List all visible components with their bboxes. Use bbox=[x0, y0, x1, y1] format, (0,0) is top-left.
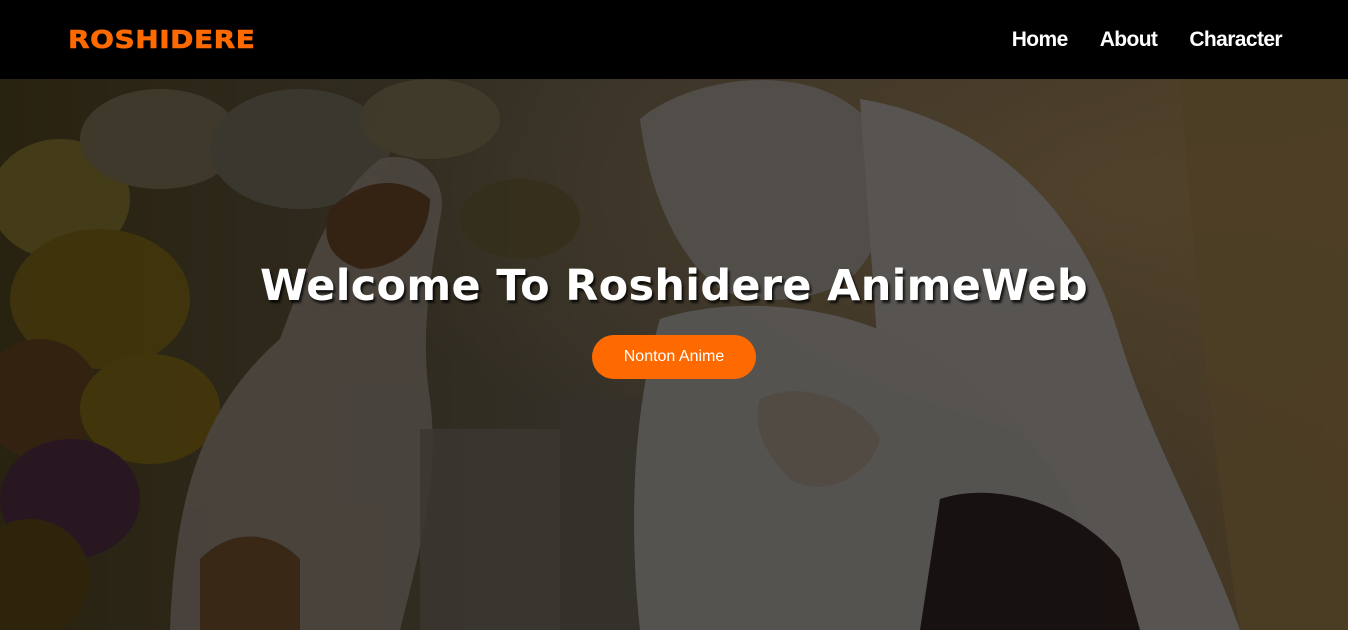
watch-anime-button[interactable]: Nonton Anime bbox=[591, 335, 757, 379]
hero-content: Welcome To Roshidere AnimeWeb Nonton Ani… bbox=[0, 265, 1348, 379]
nav-link-home[interactable]: Home bbox=[1012, 28, 1069, 51]
hero-title: Welcome To Roshidere AnimeWeb bbox=[260, 261, 1088, 311]
nav-menu: Home About Character bbox=[1012, 28, 1283, 52]
nav-item-character: Character bbox=[1189, 28, 1282, 52]
nav-item-about: About bbox=[1100, 28, 1158, 52]
nav-link-about[interactable]: About bbox=[1100, 28, 1158, 51]
nav-item-home: Home bbox=[1012, 28, 1069, 52]
site-logo[interactable]: ROSHIDERE bbox=[68, 25, 256, 55]
nav-link-character[interactable]: Character bbox=[1189, 28, 1282, 51]
hero-section: Welcome To Roshidere AnimeWeb Nonton Ani… bbox=[0, 79, 1348, 630]
navbar: ROSHIDERE Home About Character bbox=[0, 0, 1348, 79]
